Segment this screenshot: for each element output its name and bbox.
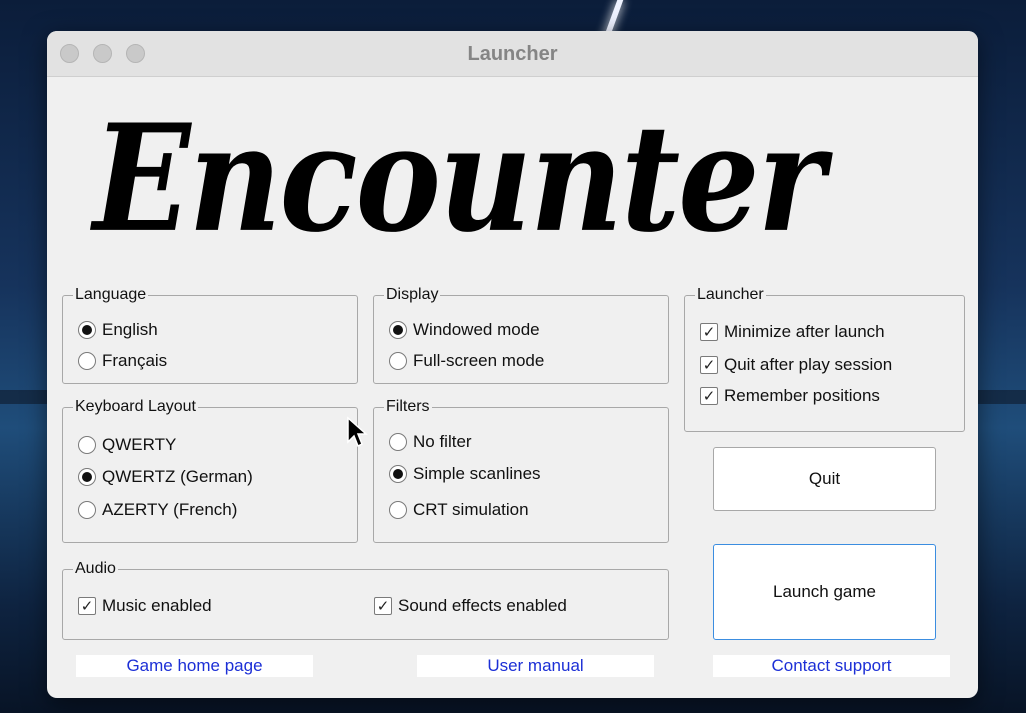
radio-icon[interactable] xyxy=(389,433,407,451)
filter-option-label: CRT simulation xyxy=(413,500,529,519)
keyboard-option-qwertz[interactable]: QWERTZ (German) xyxy=(78,467,253,487)
radio-icon[interactable] xyxy=(389,501,407,519)
mouse-pointer-icon xyxy=(347,416,368,448)
checkbox-icon[interactable]: ✓ xyxy=(700,323,718,341)
display-group-title: Display xyxy=(384,286,441,304)
radio-icon[interactable] xyxy=(389,465,407,483)
audio-group-title: Audio xyxy=(73,560,118,578)
language-group-title: Language xyxy=(73,286,149,304)
language-option-francais[interactable]: Français xyxy=(78,351,167,371)
radio-icon[interactable] xyxy=(78,352,96,370)
filter-option-crt[interactable]: CRT simulation xyxy=(389,500,529,520)
launcher-option-quit-after[interactable]: ✓ Quit after play session xyxy=(700,355,892,375)
filters-group-title: Filters xyxy=(384,398,432,416)
game-home-page-link[interactable]: Game home page xyxy=(76,655,313,677)
keyboard-layout-group: Keyboard Layout QWERTY QWERTZ (German) A… xyxy=(62,398,358,543)
display-option-label: Full-screen mode xyxy=(413,351,545,370)
checkbox-icon[interactable]: ✓ xyxy=(374,597,392,615)
keyboard-layout-group-title: Keyboard Layout xyxy=(73,398,198,416)
radio-icon[interactable] xyxy=(78,468,96,486)
window-title: Launcher xyxy=(467,43,558,65)
keyboard-option-qwerty[interactable]: QWERTY xyxy=(78,435,176,455)
radio-icon[interactable] xyxy=(78,321,96,339)
checkbox-icon[interactable]: ✓ xyxy=(78,597,96,615)
audio-option-sound-effects[interactable]: ✓ Sound effects enabled xyxy=(374,596,567,616)
filter-option-label: Simple scanlines xyxy=(413,464,541,483)
user-manual-link[interactable]: User manual xyxy=(417,655,654,677)
display-option-label: Windowed mode xyxy=(413,320,540,339)
quit-button[interactable]: Quit xyxy=(713,447,936,511)
audio-group: Audio ✓ Music enabled ✓ Sound effects en… xyxy=(62,560,669,640)
language-option-label: English xyxy=(102,320,158,339)
game-logo: Encounter xyxy=(93,93,825,266)
launcher-group: Launcher ✓ Minimize after launch ✓ Quit … xyxy=(684,286,965,432)
contact-support-link[interactable]: Contact support xyxy=(713,655,950,677)
filter-option-scanlines[interactable]: Simple scanlines xyxy=(389,464,541,484)
keyboard-option-label: QWERTZ (German) xyxy=(102,467,253,486)
keyboard-option-azerty[interactable]: AZERTY (French) xyxy=(78,500,237,520)
checkbox-icon[interactable]: ✓ xyxy=(700,356,718,374)
radio-icon[interactable] xyxy=(78,436,96,454)
filter-option-none[interactable]: No filter xyxy=(389,432,472,452)
language-option-english[interactable]: English xyxy=(78,320,158,340)
launcher-option-remember[interactable]: ✓ Remember positions xyxy=(700,386,880,406)
radio-icon[interactable] xyxy=(78,501,96,519)
audio-option-label: Sound effects enabled xyxy=(398,596,567,615)
launcher-option-label: Minimize after launch xyxy=(724,322,885,341)
audio-option-label: Music enabled xyxy=(102,596,212,615)
radio-icon[interactable] xyxy=(389,352,407,370)
launcher-option-label: Quit after play session xyxy=(724,355,893,374)
display-option-windowed[interactable]: Windowed mode xyxy=(389,320,540,340)
display-option-fullscreen[interactable]: Full-screen mode xyxy=(389,351,544,371)
filters-group: Filters No filter Simple scanlines CRT s… xyxy=(373,398,669,543)
launch-game-button[interactable]: Launch game xyxy=(713,544,936,640)
launcher-option-minimize[interactable]: ✓ Minimize after launch xyxy=(700,322,885,342)
display-group: Display Windowed mode Full-screen mode xyxy=(373,286,669,384)
filter-option-label: No filter xyxy=(413,432,472,451)
radio-icon[interactable] xyxy=(389,321,407,339)
launcher-group-title: Launcher xyxy=(695,286,766,304)
keyboard-option-label: AZERTY (French) xyxy=(102,500,238,519)
language-group: Language English Français xyxy=(62,286,358,384)
launcher-option-label: Remember positions xyxy=(724,386,880,405)
audio-option-music[interactable]: ✓ Music enabled xyxy=(78,596,212,616)
title-bar[interactable]: Launcher xyxy=(47,31,978,77)
language-option-label: Français xyxy=(102,351,168,370)
keyboard-option-label: QWERTY xyxy=(102,435,177,454)
launcher-window: Launcher Encounter Language English Fran… xyxy=(47,31,978,698)
checkbox-icon[interactable]: ✓ xyxy=(700,387,718,405)
